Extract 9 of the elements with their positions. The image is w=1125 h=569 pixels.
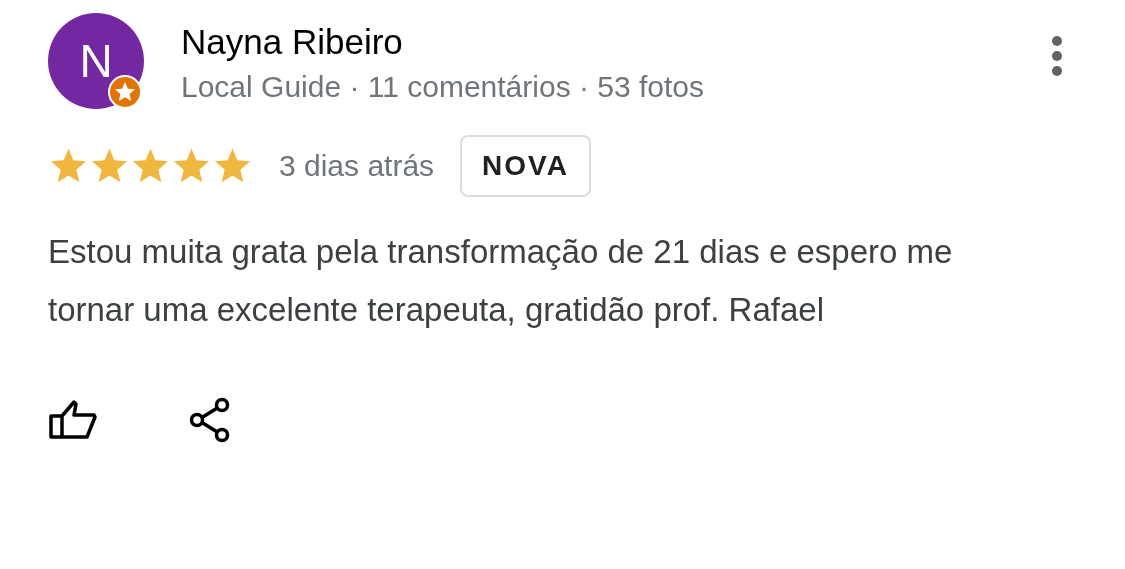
more-icon[interactable] — [1051, 35, 1063, 77]
review-text: Estou muita grata pela transformação de 21 dias e espero me tornar uma excelente terapeuta, gratidão prof. Rafael — [48, 232, 954, 330]
author-meta: Local Guide · 11 comentários · 53 fotos — [181, 69, 706, 105]
thumbs-up-icon[interactable] — [48, 400, 100, 440]
review-date: 3 dias atrás — [279, 149, 435, 183]
new-badge: NOVA — [460, 135, 591, 197]
avatar: N — [48, 13, 144, 109]
author-name[interactable]: Nayna Ribeiro — [181, 17, 1051, 67]
share-icon[interactable] — [188, 397, 232, 443]
